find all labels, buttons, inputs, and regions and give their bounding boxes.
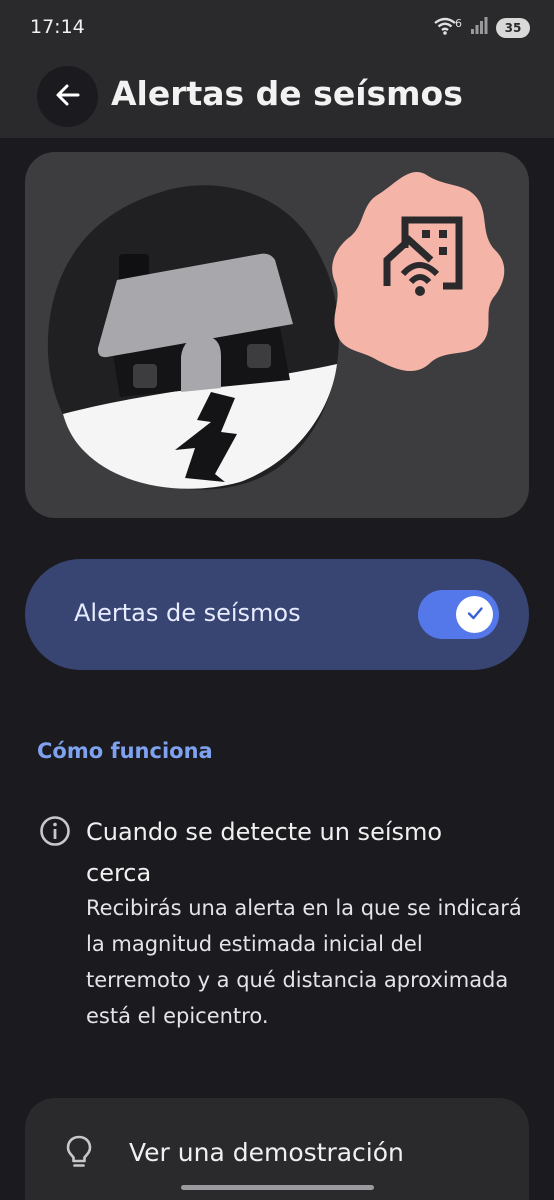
hero-illustration-card	[25, 152, 529, 518]
lightbulb-icon	[64, 1134, 94, 1174]
view-demo-label: Ver una demostración	[129, 1138, 404, 1167]
page-title: Alertas de seísmos	[111, 74, 463, 113]
network-type-badge: 6	[455, 16, 462, 30]
home-indicator[interactable]	[181, 1185, 374, 1190]
building-broadcast-badge	[332, 172, 505, 372]
switch-thumb	[456, 596, 493, 633]
app-bar: Alertas de seísmos	[0, 56, 554, 138]
battery-indicator: 35	[496, 18, 530, 38]
house-earthquake-illustration	[47, 172, 505, 490]
signal-icon	[470, 17, 488, 39]
arrow-back-icon	[54, 81, 82, 113]
status-time: 17:14	[30, 16, 85, 38]
info-icon	[39, 815, 71, 851]
wifi-icon	[433, 16, 457, 40]
back-button[interactable]	[37, 66, 98, 127]
info-item-body: Recibirás una alerta en la que se indica…	[86, 896, 522, 1028]
section-title-how-it-works: Cómo funciona	[37, 739, 213, 763]
info-item-title: Cuando se detecte un seísmo cerca	[86, 818, 443, 887]
earthquake-alerts-switch[interactable]	[418, 590, 499, 639]
status-bar: 17:14 6 35	[0, 0, 554, 56]
toggle-label: Alertas de seísmos	[74, 599, 301, 627]
earthquake-alerts-toggle-card[interactable]: Alertas de seísmos	[25, 559, 529, 670]
check-icon	[466, 604, 484, 626]
status-icons: 6 35	[433, 16, 530, 40]
